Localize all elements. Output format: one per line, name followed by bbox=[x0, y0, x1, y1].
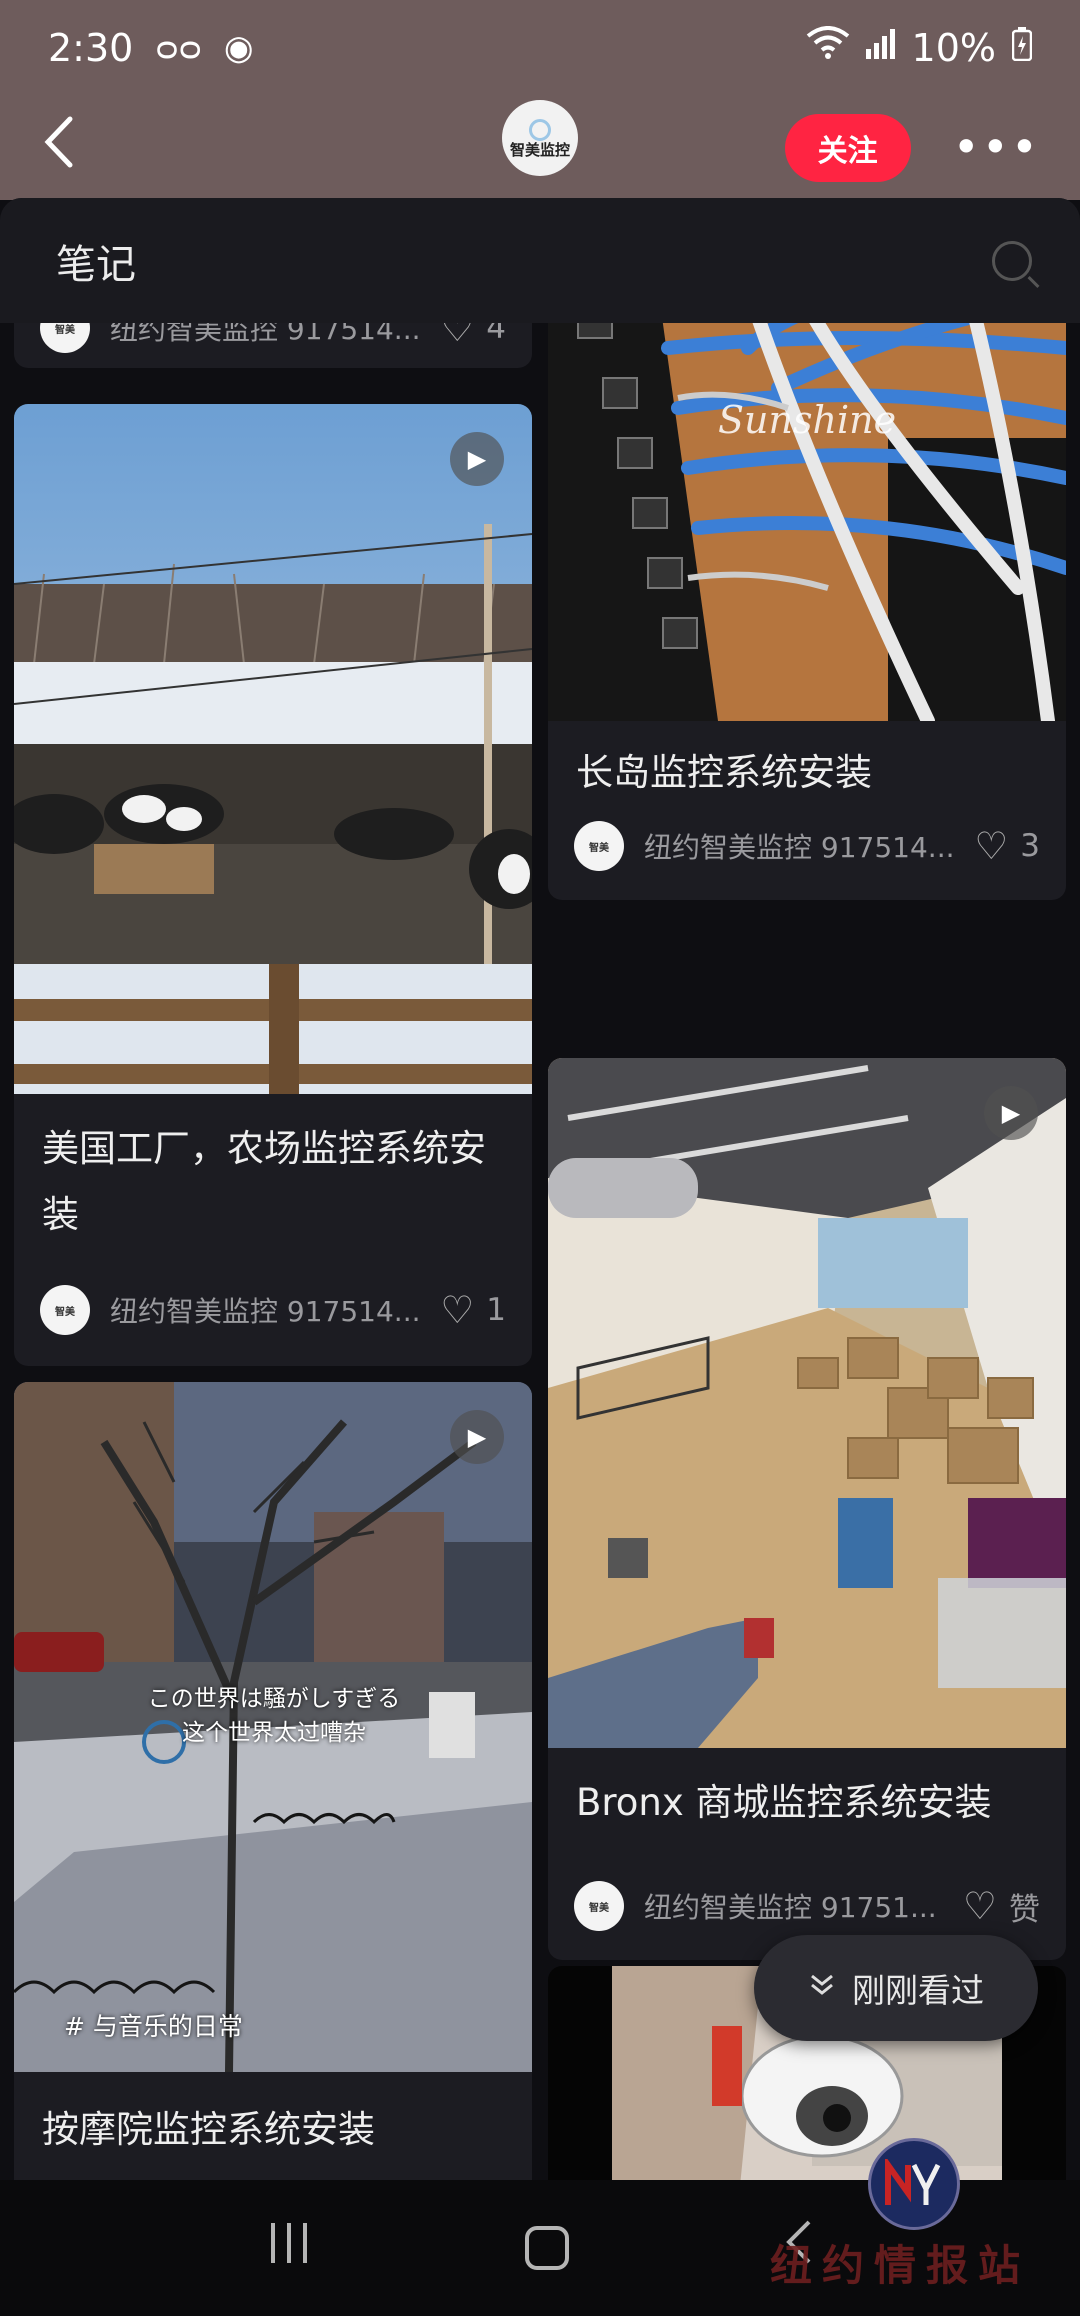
like-count: 3 bbox=[1020, 828, 1040, 864]
image-brand-text: Sunshine bbox=[718, 398, 897, 442]
logo-camera-icon bbox=[529, 118, 551, 141]
avatar[interactable]: 智美 bbox=[574, 821, 624, 871]
card-meta: 智美 纽约智美监控 917514... ♡ 1 bbox=[40, 1284, 506, 1336]
card-author[interactable]: 纽约智美监控 91751... bbox=[644, 1886, 963, 1926]
card-cover-image[interactable]: ▶ この世界は騒がしすぎる 这个世界太过嘈杂 # 与音乐的日常 bbox=[14, 1382, 532, 2072]
notes-title: 笔记 bbox=[56, 241, 136, 288]
hashtag-icon: # bbox=[64, 2012, 85, 2041]
back-button[interactable] bbox=[44, 114, 104, 182]
note-card[interactable]: ▶ 美国工厂，农场监控系统安装 智美 纽约智美监控 917514... ♡ 1 bbox=[14, 404, 532, 1366]
watermark-logo bbox=[868, 2138, 960, 2230]
play-icon: ▶ bbox=[984, 1086, 1038, 1140]
hashtag-tag[interactable]: # 与音乐的日常 bbox=[64, 2007, 243, 2043]
hashtag-text: 与音乐的日常 bbox=[92, 2012, 243, 2041]
heart-icon: ♡ bbox=[962, 1884, 997, 1928]
card-meta: 智美 纽约智美监控 917514... ♡ 3 bbox=[574, 820, 1040, 872]
avatar[interactable]: 智美 bbox=[40, 1285, 90, 1335]
status-time: 2:30 bbox=[48, 25, 134, 70]
home-button[interactable] bbox=[525, 2226, 569, 2270]
card-cover-image[interactable]: ▶ bbox=[14, 404, 532, 1094]
wifi-icon bbox=[806, 26, 850, 69]
notes-sheet-header: 笔记 bbox=[0, 198, 1080, 323]
card-title[interactable]: 按摩院监控系统安装 bbox=[42, 2097, 504, 2163]
battery-percent: 10% bbox=[911, 25, 996, 70]
like-count: 赞 bbox=[1009, 1891, 1040, 1928]
avatar[interactable]: 智美 bbox=[574, 1881, 624, 1931]
card-title[interactable]: 长岛监控系统安装 bbox=[576, 740, 1038, 806]
card-title[interactable]: Bronx 商城监控系统安装 bbox=[576, 1770, 1038, 1836]
heart-icon: ♡ bbox=[440, 1288, 475, 1332]
like-button[interactable]: ♡ 3 bbox=[974, 827, 1040, 865]
card-cover-image[interactable]: Sunshine bbox=[548, 288, 1066, 721]
like-button[interactable]: ♡ 1 bbox=[440, 1291, 506, 1329]
like-button[interactable]: ♡ 赞 bbox=[963, 1884, 1040, 1929]
note-card[interactable]: ▶ Bronx 商城监控系统安装 智美 纽约智美监控 91751... ♡ 赞 bbox=[548, 1058, 1066, 1960]
profile-header: 智美监控 关注 ••• bbox=[0, 95, 1080, 200]
like-count: 1 bbox=[486, 1292, 506, 1328]
watermark-text: 纽约情报站 bbox=[770, 2241, 1031, 2290]
voicemail-icon: ᴑᴑ bbox=[155, 27, 202, 68]
recently-viewed-label: 刚刚看过 bbox=[852, 1971, 984, 2010]
card-author[interactable]: 纽约智美监控 917514... bbox=[110, 1290, 440, 1330]
more-options-button[interactable]: ••• bbox=[953, 124, 1040, 170]
battery-icon bbox=[1011, 26, 1033, 70]
card-meta: 智美 纽约智美监控 91751... ♡ 赞 bbox=[574, 1880, 1040, 1932]
follow-button[interactable]: 关注 bbox=[784, 113, 911, 182]
card-title[interactable]: 美国工厂，农场监控系统安装 bbox=[42, 1116, 504, 1248]
card-cover-image[interactable]: ▶ bbox=[548, 1058, 1066, 1748]
note-card[interactable]: ▶ この世界は騒がしすぎる 这个世界太过嘈杂 # 与音乐的日常 按摩院监控系统安… bbox=[14, 1382, 532, 2202]
status-bar: 2:30 ᴑᴑ ◉ 10% bbox=[0, 0, 1080, 95]
card-author[interactable]: 纽约智美监控 917514... bbox=[644, 826, 974, 866]
heart-icon: ♡ bbox=[974, 824, 1009, 868]
double-chevron-down-icon bbox=[808, 1972, 836, 2005]
caption-chinese: 这个世界太过嘈杂 bbox=[182, 1720, 366, 1746]
play-icon: ▶ bbox=[450, 1410, 504, 1464]
caption-japanese: この世界は騒がしすぎる bbox=[147, 1686, 401, 1712]
signal-icon bbox=[865, 28, 896, 68]
video-caption: この世界は騒がしすぎる 这个世界太过嘈杂 bbox=[114, 1682, 434, 1750]
sync-icon: ◉ bbox=[223, 27, 254, 68]
search-icon[interactable] bbox=[992, 240, 1032, 281]
note-card[interactable]: Sunshine 长岛监控系统安装 智美 纽约智美监控 917514... ♡ 3 bbox=[548, 288, 1066, 900]
account-logo[interactable]: 智美监控 bbox=[502, 100, 578, 176]
recently-viewed-button[interactable]: 刚刚看过 bbox=[754, 1935, 1038, 2041]
play-icon: ▶ bbox=[450, 432, 504, 486]
logo-text: 智美监控 bbox=[509, 140, 570, 159]
recent-apps-button[interactable] bbox=[267, 2219, 311, 2277]
